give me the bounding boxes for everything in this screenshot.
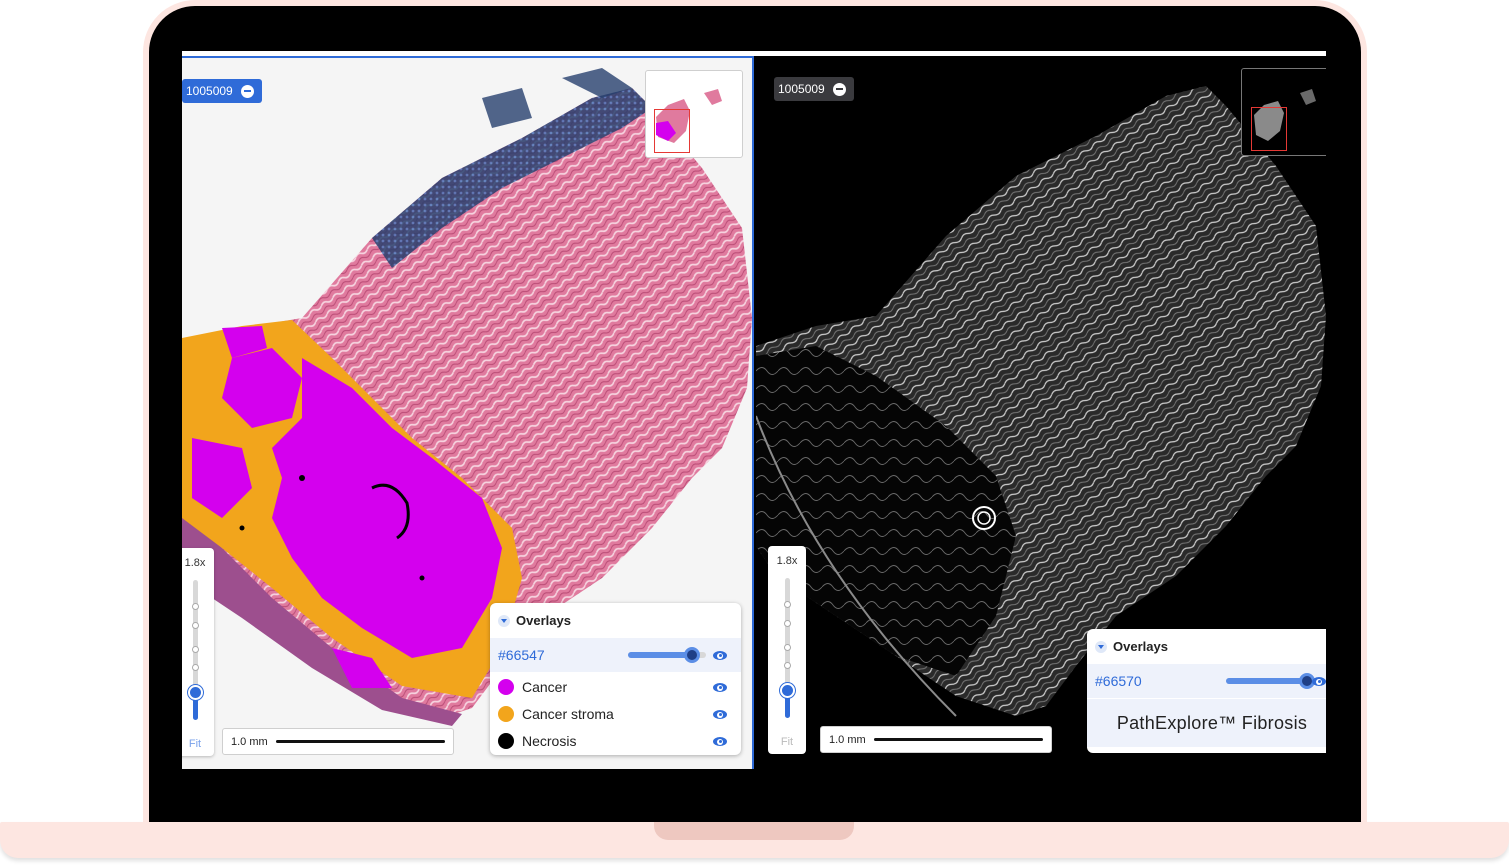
overlays-title: Overlays bbox=[1113, 639, 1168, 654]
class-label: Necrosis bbox=[522, 733, 577, 749]
slide-id-label: 1005009 bbox=[778, 82, 825, 96]
zoom-tick[interactable] bbox=[784, 620, 791, 627]
right-viewer[interactable]: 1005009 1.8x Fit 1.0 mm Overlays #66570 … bbox=[756, 56, 1326, 767]
thumbnail-viewport[interactable] bbox=[654, 109, 690, 153]
zoom-level-label: 1.8x bbox=[184, 557, 206, 569]
minus-circle-icon[interactable] bbox=[832, 82, 846, 96]
eye-icon[interactable] bbox=[713, 683, 727, 692]
zoom-fit-button[interactable]: Fit bbox=[768, 736, 806, 748]
zoom-knob[interactable] bbox=[780, 683, 795, 698]
overlays-title: Overlays bbox=[516, 613, 571, 628]
scale-line bbox=[275, 740, 445, 743]
overlay-product-name: PathExplore™ Fibrosis bbox=[1116, 712, 1308, 733]
zoom-tick[interactable] bbox=[784, 601, 791, 608]
eye-icon[interactable] bbox=[713, 710, 727, 719]
opacity-slider-fill bbox=[628, 652, 692, 658]
zoom-fit-button[interactable]: Fit bbox=[182, 738, 214, 750]
left-viewer[interactable]: 1005009 1.8x Fit 1.0 mm Overlays #66547 … bbox=[182, 56, 754, 769]
chevron-down-icon[interactable] bbox=[1095, 640, 1107, 653]
zoom-control[interactable]: 1.8x Fit bbox=[768, 546, 806, 754]
zoom-tick[interactable] bbox=[784, 644, 791, 651]
zoom-control[interactable]: 1.8x Fit bbox=[182, 548, 214, 756]
overlay-model-row[interactable]: #66570 bbox=[1087, 664, 1326, 698]
minus-circle-icon[interactable] bbox=[240, 84, 254, 98]
eye-icon[interactable] bbox=[1312, 677, 1326, 686]
thumbnail-viewport[interactable] bbox=[1251, 107, 1287, 151]
overlays-header[interactable]: Overlays bbox=[498, 613, 571, 628]
overlay-model-row[interactable]: #66547 bbox=[490, 638, 741, 672]
class-swatch bbox=[498, 733, 514, 749]
zoom-tick[interactable] bbox=[784, 662, 791, 669]
zoom-level-label: 1.8x bbox=[776, 555, 798, 567]
scale-label: 1.0 mm bbox=[829, 733, 866, 746]
laptop-notch bbox=[654, 822, 854, 840]
slide-id-label: 1005009 bbox=[186, 84, 233, 98]
overlay-class-row[interactable]: Necrosis bbox=[490, 724, 741, 758]
class-label: Cancer stroma bbox=[522, 706, 614, 722]
slide-id-badge[interactable]: 1005009 bbox=[774, 77, 854, 101]
scale-line bbox=[873, 738, 1043, 741]
zoom-tick[interactable] bbox=[192, 622, 199, 629]
overlay-product-row: PathExplore™ Fibrosis bbox=[1087, 699, 1326, 747]
app-screen: 1005009 1.8x Fit 1.0 mm Overlays #66547 … bbox=[182, 51, 1326, 769]
class-label: Cancer bbox=[522, 679, 568, 695]
scale-label: 1.0 mm bbox=[231, 735, 268, 748]
scale-bar: 1.0 mm bbox=[820, 726, 1052, 753]
class-swatch bbox=[498, 679, 514, 695]
zoom-tick[interactable] bbox=[192, 603, 199, 610]
overlays-panel[interactable]: Overlays #66570 PathExplore™ Fibrosis bbox=[1087, 629, 1326, 753]
chevron-down-icon[interactable] bbox=[498, 614, 510, 627]
eye-icon[interactable] bbox=[713, 651, 727, 660]
overlays-header[interactable]: Overlays bbox=[1095, 639, 1168, 654]
opacity-slider[interactable] bbox=[628, 647, 706, 663]
scale-bar: 1.0 mm bbox=[222, 728, 454, 755]
opacity-slider[interactable] bbox=[1226, 673, 1315, 689]
slide-id-badge[interactable]: 1005009 bbox=[182, 79, 262, 103]
zoom-knob[interactable] bbox=[188, 685, 203, 700]
class-swatch bbox=[498, 706, 514, 722]
eye-icon[interactable] bbox=[713, 737, 727, 746]
overlays-panel[interactable]: Overlays #66547 Cancer Cancer stroma Nec… bbox=[490, 603, 741, 755]
zoom-tick[interactable] bbox=[192, 664, 199, 671]
slide-thumbnail[interactable] bbox=[1241, 68, 1326, 156]
opacity-slider-knob[interactable] bbox=[683, 647, 700, 663]
opacity-slider-fill bbox=[1226, 678, 1307, 684]
overlay-model-id[interactable]: #66570 bbox=[1095, 673, 1142, 689]
zoom-tick[interactable] bbox=[192, 646, 199, 653]
slide-thumbnail[interactable] bbox=[645, 70, 743, 158]
overlay-model-id[interactable]: #66547 bbox=[498, 647, 545, 663]
